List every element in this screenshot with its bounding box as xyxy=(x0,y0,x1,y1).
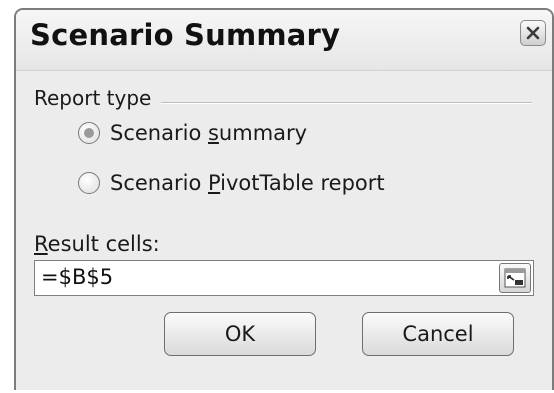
radio-scenario-summary[interactable]: Scenario summary xyxy=(78,118,307,148)
cancel-button[interactable]: Cancel xyxy=(362,312,514,356)
result-cells-input[interactable] xyxy=(41,265,471,289)
result-cells-field[interactable] xyxy=(34,260,534,296)
radio-summary-label: Scenario summary xyxy=(110,121,308,145)
radio-button-summary[interactable] xyxy=(78,122,100,144)
report-type-label: Report type xyxy=(34,86,162,110)
radio-button-pivottable[interactable] xyxy=(78,172,100,194)
collapse-dialog-button[interactable] xyxy=(499,263,531,293)
close-button[interactable] xyxy=(520,20,546,46)
ok-button[interactable]: OK xyxy=(164,312,316,356)
scenario-summary-dialog: Scenario Summary Report type Scenario su… xyxy=(14,8,554,390)
collapse-dialog-icon xyxy=(504,268,526,288)
dialog-title: Scenario Summary xyxy=(30,18,341,52)
radio-pivottable-label: Scenario PivotTable report xyxy=(110,171,385,195)
title-bar[interactable]: Scenario Summary xyxy=(16,10,552,71)
close-icon xyxy=(526,26,540,40)
result-cells-label: Result cells: xyxy=(34,232,160,256)
radio-scenario-pivottable[interactable]: Scenario PivotTable report xyxy=(78,168,385,198)
